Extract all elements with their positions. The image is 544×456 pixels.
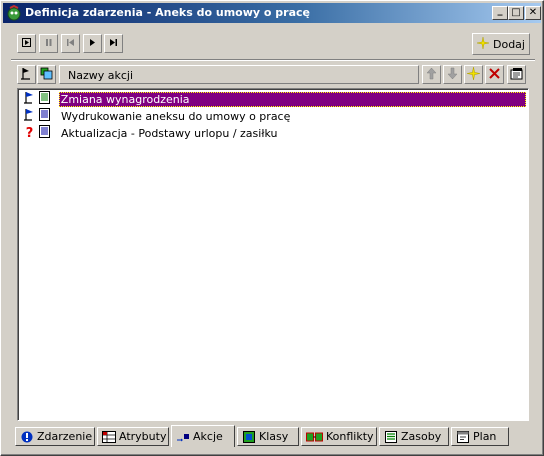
classes-icon (242, 430, 256, 443)
flag-icon (23, 91, 36, 107)
conflicts-icon (306, 431, 323, 443)
actions-list[interactable]: Zmiana wynagrodzenia Wydrukowanie aneksu… (17, 88, 529, 421)
tab-zasoby[interactable]: Zasoby (379, 427, 449, 446)
step-forward-icon (87, 37, 98, 51)
arrow-up-icon (425, 67, 438, 83)
document-icon (39, 108, 50, 124)
exclamation-icon (20, 431, 34, 443)
resources-icon (384, 430, 398, 443)
copy-icon (40, 67, 53, 83)
skip-end-icon (108, 37, 119, 51)
step-back-icon (65, 37, 76, 51)
list-item[interactable]: Wydrukowanie aneksu do umowy o pracę (21, 108, 526, 124)
plan-icon (456, 430, 470, 443)
tab-plan[interactable]: Plan (451, 427, 509, 446)
tab-label: Akcje (193, 430, 223, 443)
properties-icon (510, 67, 523, 83)
pause-icon (43, 37, 54, 51)
pause-button[interactable] (39, 34, 58, 53)
maximize-button[interactable]: □ (508, 6, 524, 20)
play-button[interactable] (17, 34, 36, 53)
close-icon: ✕ (528, 7, 538, 18)
tab-label: Zdarzenie (37, 430, 93, 443)
step-forward-button[interactable] (83, 34, 102, 53)
step-back-button[interactable] (61, 34, 80, 53)
tab-akcje[interactable]: Akcje (171, 425, 235, 447)
new-action-button[interactable] (464, 65, 483, 84)
sparkle-icon (466, 66, 481, 83)
tab-label: Atrybuty (119, 430, 167, 443)
maximize-icon: □ (511, 7, 521, 18)
tab-atrybuty[interactable]: Atrybuty (97, 427, 169, 446)
delete-icon (488, 67, 501, 83)
add-button[interactable]: Dodaj (472, 33, 530, 55)
column-header-action-names[interactable]: Nazwy akcji (59, 65, 419, 84)
tab-label: Plan (473, 430, 497, 443)
document-icon (39, 125, 50, 141)
tab-zdarzenie[interactable]: Zdarzenie (15, 427, 95, 446)
tab-label: Klasy (259, 430, 289, 443)
flag-icon (20, 67, 33, 83)
toolbar-separator (11, 59, 535, 61)
app-icon (6, 4, 22, 21)
delete-button[interactable] (485, 65, 504, 84)
add-button-label: Dodaj (493, 37, 525, 51)
flag-icon (23, 108, 36, 124)
copy-button[interactable] (37, 65, 56, 84)
minimize-icon: _ (497, 5, 503, 16)
document-icon (39, 91, 50, 107)
tab-konflikty[interactable]: Konflikty (301, 427, 377, 446)
attributes-icon (102, 430, 116, 443)
list-item[interactable]: ? Aktualizacja - Podstawy urlopu / zasił… (21, 125, 526, 141)
event-definition-window: Definicja zdarzenia - Aneks do umowy o p… (0, 0, 544, 456)
sparkle-icon (476, 36, 490, 52)
play-icon (21, 37, 32, 51)
window-title: Definicja zdarzenia - Aneks do umowy o p… (25, 6, 310, 19)
tab-klasy[interactable]: Klasy (237, 427, 299, 446)
arrow-down-icon (446, 67, 459, 83)
action-name: Zmiana wynagrodzenia (58, 91, 526, 107)
actions-header: Nazwy akcji (15, 64, 530, 86)
properties-button[interactable] (507, 65, 526, 84)
list-item[interactable]: Zmiana wynagrodzenia (21, 91, 526, 107)
action-name: Wydrukowanie aneksu do umowy o pracę (61, 109, 291, 123)
skip-end-button[interactable] (104, 34, 123, 53)
tab-bar: Zdarzenie Atrybuty Akcje Klasy Konflikty (11, 425, 535, 447)
close-button[interactable]: ✕ (525, 6, 541, 20)
flag-toggle-button[interactable] (17, 65, 36, 84)
tab-label: Konflikty (326, 430, 374, 443)
question-icon: ? (25, 125, 34, 141)
actions-icon (176, 431, 190, 443)
action-name: Aktualizacja - Podstawy urlopu / zasiłku (61, 126, 278, 140)
title-bar[interactable]: Definicja zdarzenia - Aneks do umowy o p… (3, 3, 541, 23)
tab-label: Zasoby (401, 430, 442, 443)
move-up-button[interactable] (422, 65, 441, 84)
minimize-button[interactable]: _ (492, 6, 508, 20)
move-down-button[interactable] (443, 65, 462, 84)
